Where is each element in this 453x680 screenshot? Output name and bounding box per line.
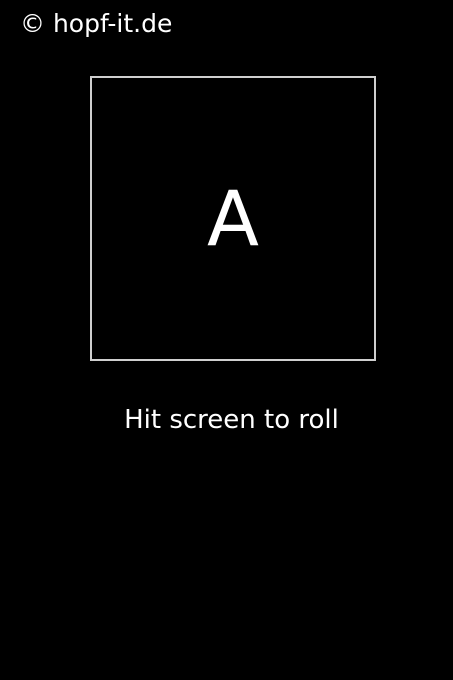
die-frame[interactable]: A: [90, 76, 376, 361]
die-face-value: A: [207, 173, 259, 263]
roll-screen[interactable]: © hopf-it.de A Hit screen to roll: [0, 0, 453, 680]
roll-instruction-text: Hit screen to roll: [124, 405, 339, 435]
copyright-label: © hopf-it.de: [20, 9, 173, 38]
